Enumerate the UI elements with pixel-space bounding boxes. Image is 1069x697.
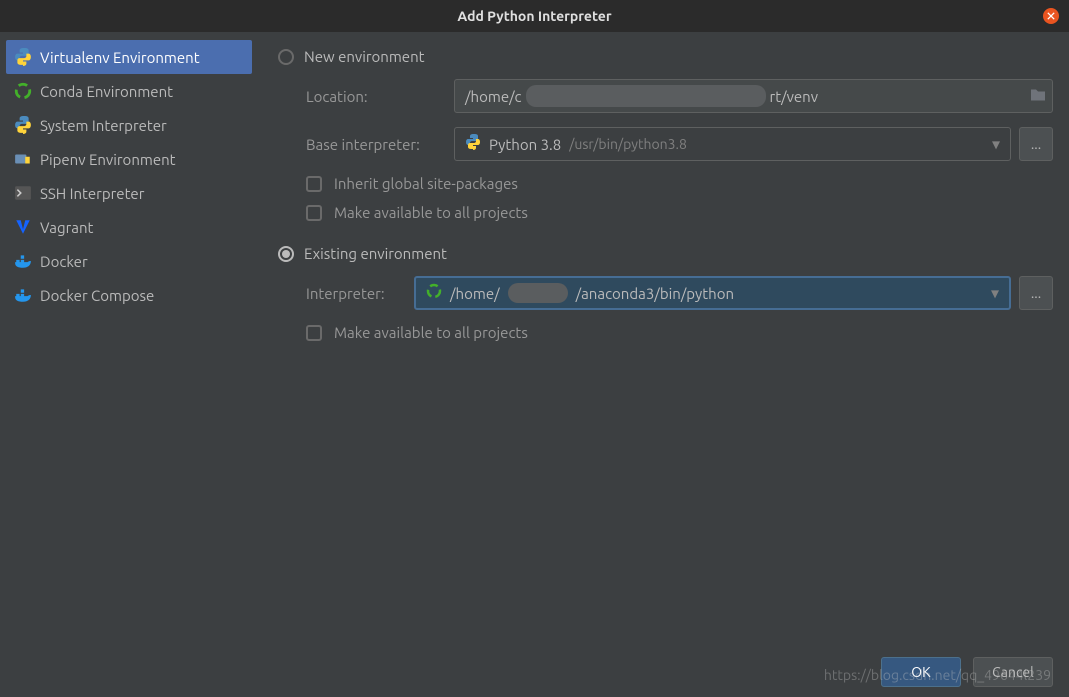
sidebar-item-label: Conda Environment xyxy=(40,83,173,100)
python-icon xyxy=(14,48,32,66)
sidebar-item-virtualenv[interactable]: Virtualenv Environment xyxy=(6,40,252,74)
sidebar-item-label: Virtualenv Environment xyxy=(40,49,200,66)
base-interpreter-combo[interactable]: Python 3.8 /usr/bin/python3.8 ▾ xyxy=(454,127,1011,161)
sidebar-item-ssh[interactable]: SSH Interpreter xyxy=(6,176,252,210)
titlebar: Add Python Interpreter xyxy=(0,0,1069,32)
base-interpreter-path: /usr/bin/python3.8 xyxy=(569,136,687,152)
pipenv-icon xyxy=(14,150,32,168)
sidebar-item-system[interactable]: System Interpreter xyxy=(6,108,252,142)
interpreter-browse-button[interactable]: ... xyxy=(1019,276,1053,310)
available-all-label-existing: Make available to all projects xyxy=(334,324,528,341)
sidebar: Virtualenv Environment Conda Environment… xyxy=(0,32,258,647)
interpreter-value-suffix: /anaconda3/bin/python xyxy=(576,285,734,302)
dialog-footer: OK Cancel xyxy=(0,647,1069,697)
python-icon xyxy=(465,134,481,154)
new-env-radio-label: New environment xyxy=(304,48,425,65)
sidebar-item-docker-compose[interactable]: Docker Compose xyxy=(6,278,252,312)
new-env-radio[interactable] xyxy=(278,49,294,65)
conda-icon xyxy=(426,283,442,303)
python-icon xyxy=(14,116,32,134)
sidebar-item-label: Docker xyxy=(40,253,88,270)
base-interpreter-value: Python 3.8 xyxy=(489,136,561,153)
docker-icon xyxy=(14,252,32,270)
ok-button[interactable]: OK xyxy=(881,657,961,687)
available-all-label-new: Make available to all projects xyxy=(334,204,528,221)
available-all-checkbox-new[interactable] xyxy=(306,205,322,221)
location-value-prefix: /home/c xyxy=(465,88,522,105)
sidebar-item-pipenv[interactable]: Pipenv Environment xyxy=(6,142,252,176)
sidebar-item-conda[interactable]: Conda Environment xyxy=(6,74,252,108)
available-all-checkbox-existing[interactable] xyxy=(306,325,322,341)
sidebar-item-label: Docker Compose xyxy=(40,287,154,304)
inherit-checkbox[interactable] xyxy=(306,176,322,192)
location-value-suffix: rt/venv xyxy=(770,88,819,105)
inherit-label: Inherit global site-packages xyxy=(334,175,518,192)
interpreter-combo[interactable]: /home/ /anaconda3/bin/python ▾ xyxy=(414,276,1011,310)
location-input[interactable]: /home/c rt/venv xyxy=(454,79,1053,113)
existing-env-radio-label: Existing environment xyxy=(304,245,447,262)
main-panel: New environment Location: /home/c rt/ven… xyxy=(258,32,1069,647)
sidebar-item-label: SSH Interpreter xyxy=(40,185,144,202)
browse-folder-icon[interactable] xyxy=(1030,88,1046,105)
sidebar-item-vagrant[interactable]: Vagrant xyxy=(6,210,252,244)
chevron-down-icon: ▾ xyxy=(992,135,1000,154)
window-title: Add Python Interpreter xyxy=(457,8,611,24)
sidebar-item-label: Pipenv Environment xyxy=(40,151,176,168)
close-icon xyxy=(1047,12,1055,20)
existing-env-radio[interactable] xyxy=(278,246,294,262)
sidebar-item-docker[interactable]: Docker xyxy=(6,244,252,278)
existing-env-radio-row[interactable]: Existing environment xyxy=(278,245,1053,262)
base-interpreter-label: Base interpreter: xyxy=(306,136,446,153)
terminal-icon xyxy=(14,184,32,202)
sidebar-item-label: Vagrant xyxy=(40,219,93,236)
docker-icon xyxy=(14,286,32,304)
interpreter-label: Interpreter: xyxy=(306,285,406,302)
cancel-button[interactable]: Cancel xyxy=(973,657,1053,687)
sidebar-item-label: System Interpreter xyxy=(40,117,167,134)
close-button[interactable] xyxy=(1043,8,1059,24)
vagrant-icon xyxy=(14,218,32,236)
conda-icon xyxy=(14,82,32,100)
new-env-radio-row[interactable]: New environment xyxy=(278,48,1053,65)
chevron-down-icon: ▾ xyxy=(991,284,999,303)
location-label: Location: xyxy=(306,88,446,105)
interpreter-value-prefix: /home/ xyxy=(450,285,500,302)
base-interpreter-browse-button[interactable]: ... xyxy=(1019,127,1053,161)
